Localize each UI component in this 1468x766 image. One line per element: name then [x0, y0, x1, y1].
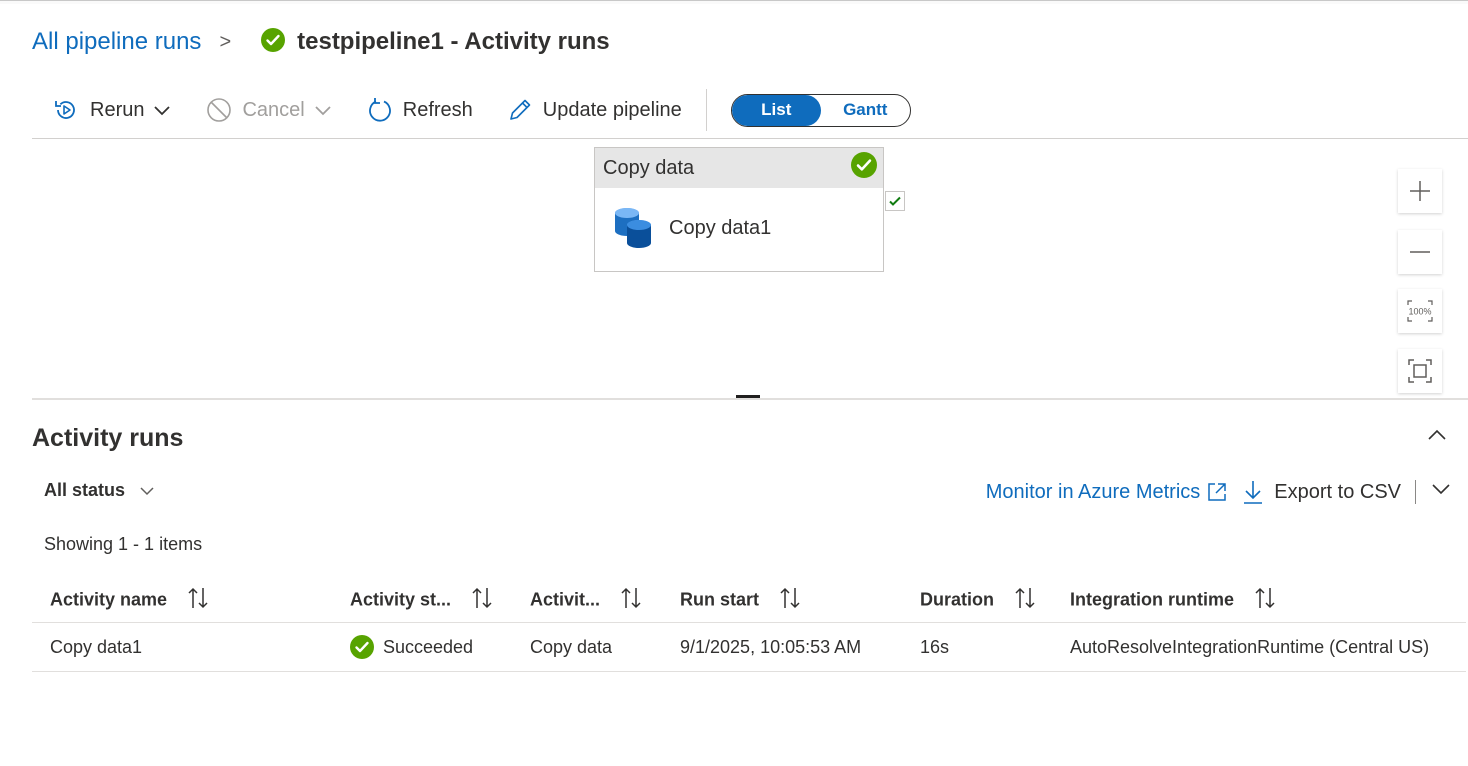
- all-pipeline-runs-link[interactable]: All pipeline runs: [32, 28, 201, 56]
- zoom-out-button[interactable]: [1398, 230, 1442, 274]
- breadcrumb: All pipeline runs > testpipeline1 - Acti…: [32, 24, 610, 60]
- sort-icon[interactable]: [1014, 586, 1036, 615]
- activity-node-name: Copy data1: [669, 216, 772, 239]
- open-external-icon: [1208, 483, 1227, 501]
- fit-screen-icon: [1408, 359, 1432, 383]
- column-label: Duration: [920, 588, 994, 609]
- list-view-button[interactable]: List: [731, 94, 821, 126]
- integration-runtime-cell: AutoResolveIntegrationRuntime (Central U…: [1052, 622, 1466, 672]
- toolbar: Rerun Cancel Refresh Update pipeline Lis…: [52, 88, 911, 132]
- duration-cell: 16s: [902, 622, 1052, 672]
- check-icon: [889, 196, 901, 206]
- top-border: [0, 0, 1468, 4]
- sort-icon[interactable]: [620, 586, 642, 615]
- activity-runs-title: Activity runs: [32, 424, 184, 452]
- column-header-integration-runtime[interactable]: Integration runtime: [1052, 578, 1466, 623]
- chevron-down-icon: [1432, 484, 1450, 495]
- zoom-100-label: 100%: [1408, 307, 1431, 317]
- minus-icon: [1410, 251, 1430, 253]
- sort-icon[interactable]: [779, 586, 801, 615]
- column-header-activity-type[interactable]: Activit...: [512, 578, 662, 623]
- zoom-100-button[interactable]: 100%: [1398, 289, 1442, 333]
- sort-icon[interactable]: [471, 586, 493, 615]
- activity-node[interactable]: Copy data Copy data1: [594, 147, 884, 272]
- activity-type-cell: Copy data: [512, 622, 662, 672]
- refresh-label: Refresh: [402, 98, 473, 121]
- collapse-button[interactable]: [1426, 424, 1448, 451]
- activity-node-body: Copy data1: [595, 188, 883, 268]
- breadcrumb-separator: >: [219, 30, 232, 53]
- export-csv-button[interactable]: Export to CSV: [1242, 479, 1401, 505]
- update-pipeline-label: Update pipeline: [542, 98, 682, 121]
- cancel-label: Cancel: [242, 98, 305, 121]
- column-label: Activity name: [50, 588, 168, 609]
- column-label: Run start: [680, 588, 760, 609]
- success-check-icon: [851, 152, 877, 184]
- toolbar-divider: [705, 89, 707, 131]
- activity-node-header: Copy data: [595, 148, 883, 188]
- actions-divider: [1415, 480, 1416, 504]
- activity-runs-table: Activity name Activity st... Activit... …: [32, 578, 1466, 672]
- pane-resize-handle[interactable]: [736, 395, 760, 398]
- node-success-checkbox[interactable]: [885, 191, 905, 211]
- update-pipeline-button[interactable]: Update pipeline: [507, 97, 682, 123]
- chevron-up-icon: [1428, 429, 1446, 440]
- pipeline-canvas[interactable]: Copy data Copy data1 100%: [32, 138, 1468, 400]
- plus-icon: [1410, 181, 1430, 201]
- cancel-icon: [207, 98, 232, 122]
- page-title: testpipeline1 - Activity runs: [297, 28, 610, 55]
- sort-icon[interactable]: [1254, 586, 1276, 615]
- rerun-icon: [55, 101, 75, 119]
- table-header-row: Activity name Activity st... Activit... …: [32, 578, 1466, 623]
- column-label: Activit...: [530, 588, 601, 609]
- monitor-link-label: Monitor in Azure Metrics: [985, 480, 1201, 503]
- rerun-button[interactable]: Rerun: [52, 96, 172, 124]
- chevron-down-icon: [154, 106, 171, 116]
- pencil-icon: [509, 99, 531, 120]
- column-label: Integration runtime: [1070, 588, 1235, 609]
- gantt-view-button[interactable]: Gantt: [821, 95, 910, 126]
- success-check-icon: [261, 27, 286, 57]
- status-label: Succeeded: [383, 636, 474, 657]
- refresh-button[interactable]: Refresh: [367, 97, 473, 123]
- copy-data-icon: [615, 208, 651, 248]
- download-icon: [1244, 481, 1263, 504]
- sort-icon[interactable]: [187, 586, 209, 615]
- status-cell: Succeeded: [332, 622, 512, 672]
- success-check-icon: [350, 635, 374, 659]
- status-filter-label: All status: [44, 480, 126, 500]
- column-label: Activity st...: [350, 588, 452, 609]
- column-header-run-start[interactable]: Run start: [662, 578, 902, 623]
- items-count: Showing 1 - 1 items: [44, 534, 203, 554]
- table-row[interactable]: Copy data1 Succeeded Copy data 9/1/2025,…: [32, 622, 1466, 672]
- column-header-activity-name[interactable]: Activity name: [32, 578, 332, 623]
- refresh-icon: [368, 98, 391, 122]
- run-start-cell: 9/1/2025, 10:05:53 AM: [662, 622, 902, 672]
- fit-to-screen-button[interactable]: [1398, 349, 1442, 393]
- rerun-label: Rerun: [90, 98, 145, 121]
- activity-node-type: Copy data: [603, 156, 695, 179]
- zoom-100-icon: 100%: [1407, 300, 1433, 322]
- zoom-in-button[interactable]: [1398, 169, 1442, 213]
- activity-runs-actions: Monitor in Azure Metrics Export to CSV: [986, 478, 1452, 506]
- export-csv-label: Export to CSV: [1274, 480, 1401, 503]
- column-header-duration[interactable]: Duration: [902, 578, 1052, 623]
- more-actions-dropdown[interactable]: [1430, 478, 1452, 506]
- view-toggle: List Gantt: [730, 93, 911, 127]
- chevron-down-icon: [315, 106, 331, 116]
- monitor-azure-metrics-link[interactable]: Monitor in Azure Metrics: [986, 481, 1229, 504]
- activity-name-cell[interactable]: Copy data1: [32, 622, 332, 672]
- chevron-down-icon: [140, 486, 154, 495]
- status-filter-dropdown[interactable]: All status: [44, 480, 155, 501]
- cancel-button[interactable]: Cancel: [206, 97, 332, 123]
- column-header-activity-status[interactable]: Activity st...: [332, 578, 512, 623]
